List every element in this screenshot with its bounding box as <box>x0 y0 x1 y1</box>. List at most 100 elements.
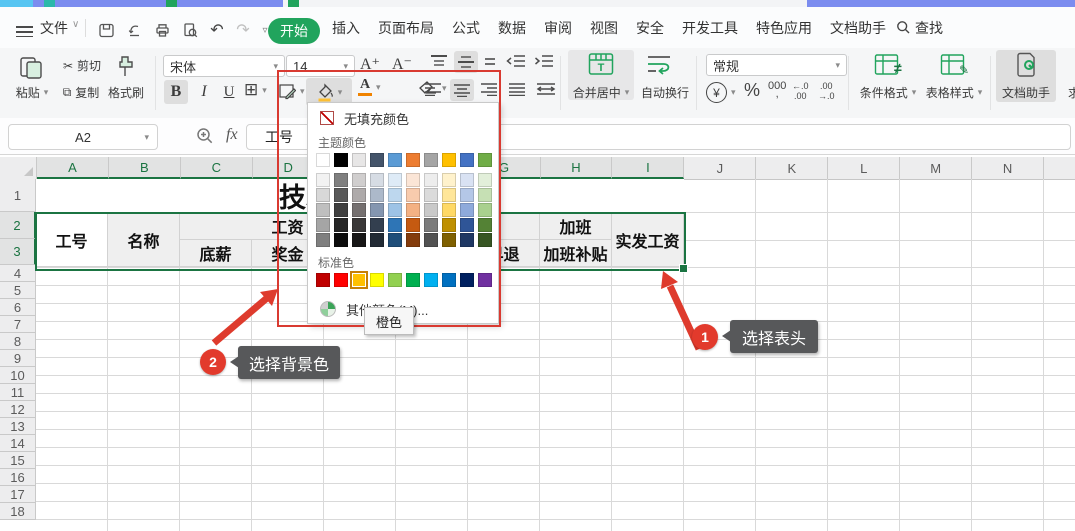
column-header-M[interactable]: M <box>900 157 972 179</box>
sum-button-partial[interactable]: 求 <box>1064 84 1075 100</box>
row-header-10[interactable]: 10 <box>0 367 36 384</box>
color-swatch-00B050[interactable] <box>406 273 420 287</box>
cells-area[interactable]: 技术部工资表 工号 名称 工资 底薪 奖金 早退 加班 加班补贴 实发工资 <box>36 179 1075 531</box>
export-icon[interactable] <box>124 20 144 40</box>
color-swatch-7030A0[interactable] <box>478 273 492 287</box>
borders-icon[interactable]: ⊞▾ <box>244 80 267 100</box>
tab-特色应用[interactable]: 特色应用 <box>756 18 812 38</box>
align-top-icon[interactable] <box>430 54 448 68</box>
increase-decimal-icon[interactable]: ←.0.00 <box>792 81 809 101</box>
column-header-L[interactable]: L <box>828 157 900 179</box>
color-swatch-3A3838[interactable] <box>352 218 366 232</box>
color-swatch-333F4F[interactable] <box>370 218 384 232</box>
color-swatch-757070[interactable] <box>352 203 366 217</box>
cut-button[interactable]: ✂剪切 <box>58 57 106 74</box>
color-swatch-0C0C0C[interactable] <box>334 233 348 247</box>
color-swatch-D0CECE[interactable] <box>352 173 366 187</box>
redo-icon[interactable]: ↷ <box>233 20 253 40</box>
bold-button[interactable]: B <box>164 80 188 104</box>
row-header-4[interactable]: 4 <box>0 265 36 282</box>
color-swatch-525252[interactable] <box>424 233 438 247</box>
cell-B2[interactable]: 名称 <box>108 213 180 267</box>
undo-icon[interactable]: ↶ <box>207 20 227 40</box>
color-swatch-2F5597[interactable] <box>460 218 474 232</box>
align-bottom-icon[interactable] <box>484 56 496 66</box>
tabstrip-segment[interactable] <box>33 0 283 7</box>
underline-button[interactable]: U <box>218 80 240 104</box>
color-swatch-FFFF00[interactable] <box>370 273 384 287</box>
color-swatch-D6DCE4[interactable] <box>370 173 384 187</box>
name-box[interactable]: A2 ▾ <box>8 124 158 150</box>
row-header-12[interactable]: 12 <box>0 401 36 418</box>
color-swatch-FFE699[interactable] <box>442 188 456 202</box>
color-swatch-ACB9CA[interactable] <box>370 188 384 202</box>
zoom-formula-icon[interactable] <box>196 127 214 145</box>
color-swatch-595959[interactable] <box>334 188 348 202</box>
color-swatch-FFFFFF[interactable] <box>316 153 330 167</box>
decrease-font-icon[interactable]: A⁻ <box>392 54 412 74</box>
tab-安全[interactable]: 安全 <box>636 18 664 38</box>
select-all-corner[interactable] <box>0 157 37 179</box>
color-swatch-0070C0[interactable] <box>442 273 456 287</box>
color-swatch-8496B0[interactable] <box>370 203 384 217</box>
row-header-6[interactable]: 6 <box>0 299 36 316</box>
file-menu-chevron-icon[interactable]: ∨ <box>72 19 79 30</box>
row-header-16[interactable]: 16 <box>0 469 36 486</box>
color-swatch-E7E6E6[interactable] <box>352 153 366 167</box>
column-header-J[interactable]: J <box>684 157 756 179</box>
color-swatch-D9E2F3[interactable] <box>460 173 474 187</box>
color-swatch-9DC3E6[interactable] <box>388 203 402 217</box>
format-painter-icon[interactable] <box>112 53 140 81</box>
increase-indent-icon[interactable] <box>534 54 554 68</box>
color-swatch-4472C4[interactable] <box>460 153 474 167</box>
color-swatch-DBDBDB[interactable] <box>424 188 438 202</box>
row-header-2[interactable]: 2 <box>0 212 36 239</box>
color-swatch-F4B183[interactable] <box>406 203 420 217</box>
row-header-11[interactable]: 11 <box>0 384 36 401</box>
column-header-N[interactable]: N <box>972 157 1044 179</box>
align-left-icon[interactable] <box>424 82 442 96</box>
color-swatch-ED7D31[interactable] <box>406 153 420 167</box>
paste-icon[interactable] <box>16 52 46 82</box>
thousands-separator-icon[interactable]: 000, <box>768 80 786 97</box>
save-icon[interactable] <box>96 20 116 40</box>
no-fill-item[interactable]: 无填充颜色 <box>308 107 498 129</box>
color-swatch-171616[interactable] <box>352 233 366 247</box>
tab-公式[interactable]: 公式 <box>452 18 480 38</box>
cell-I2-merged[interactable]: 实发工资 <box>612 213 684 267</box>
color-swatch-C6E0B4[interactable] <box>478 188 492 202</box>
row-header-17[interactable]: 17 <box>0 486 36 503</box>
draw-border-icon[interactable]: ▾ <box>278 82 305 100</box>
row-header-8[interactable]: 8 <box>0 333 36 350</box>
row-header-18[interactable]: 18 <box>0 503 36 520</box>
conditional-format-button[interactable]: 条件格式▾ <box>856 84 920 100</box>
color-swatch-002060[interactable] <box>460 273 474 287</box>
merge-center-icon[interactable]: T <box>588 52 614 76</box>
color-swatch-7F7F7F[interactable] <box>316 233 330 247</box>
row-header-14[interactable]: 14 <box>0 435 36 452</box>
color-swatch-A5A5A5[interactable] <box>316 218 330 232</box>
cell-A2-active[interactable]: 工号 <box>36 213 108 267</box>
color-swatch-A5A5A5[interactable] <box>424 153 438 167</box>
row-header-13[interactable]: 13 <box>0 418 36 435</box>
color-swatch-FF0000[interactable] <box>334 273 348 287</box>
color-swatch-FFC000[interactable] <box>352 273 366 287</box>
color-swatch-92D050[interactable] <box>388 273 402 287</box>
color-swatch-1F3864[interactable] <box>460 233 474 247</box>
color-swatch-BFBFBF[interactable] <box>316 203 330 217</box>
tab-审阅[interactable]: 审阅 <box>544 18 572 38</box>
column-header-K[interactable]: K <box>756 157 828 179</box>
conditional-format-icon[interactable]: ≠ <box>874 53 902 77</box>
color-swatch-B4C7E7[interactable] <box>460 188 474 202</box>
color-swatch-7F7F7F[interactable] <box>334 173 348 187</box>
copy-button[interactable]: ⧉复制 <box>56 84 106 101</box>
color-swatch-BF9000[interactable] <box>442 218 456 232</box>
color-swatch-AEAAAA[interactable] <box>352 188 366 202</box>
row-header-7[interactable]: 7 <box>0 316 36 333</box>
color-swatch-FFD966[interactable] <box>442 203 456 217</box>
color-swatch-70AD47[interactable] <box>478 153 492 167</box>
align-center-icon[interactable] <box>450 79 474 101</box>
color-swatch-A9D08E[interactable] <box>478 203 492 217</box>
wrap-text-button[interactable]: 自动换行 <box>640 84 690 100</box>
color-swatch-00B0F0[interactable] <box>424 273 438 287</box>
